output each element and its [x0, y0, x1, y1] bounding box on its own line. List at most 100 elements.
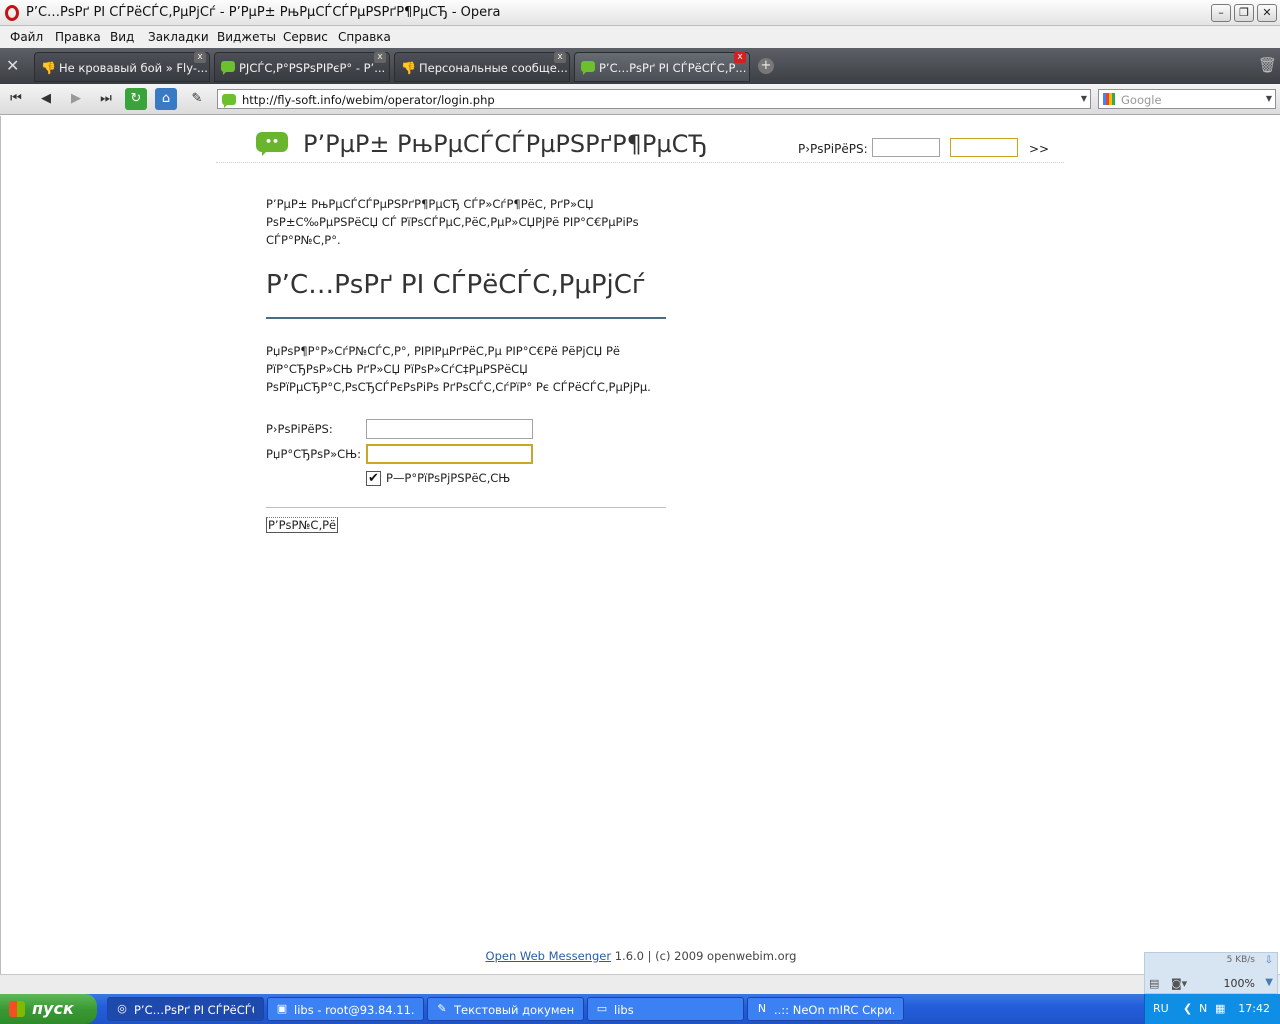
menu-tools[interactable]: Сервис [283, 30, 328, 44]
wand-icon[interactable]: ✎ [186, 88, 208, 110]
menu-widgets[interactable]: Виджеты [217, 30, 276, 44]
taskbar-item-ssh[interactable]: ▣ libs - root@93.84.11.... [267, 997, 424, 1021]
tab-4-active[interactable]: Р’С…РѕРґ РІ СЃРёСЃС‚Р... x [574, 52, 750, 82]
back-icon[interactable]: ◀ [35, 88, 57, 110]
forward-icon[interactable]: ▶ [65, 88, 87, 110]
task-label: libs - root@93.84.11.... [294, 1003, 414, 1017]
tab-close-icon[interactable]: x [374, 52, 386, 63]
chevron-down-icon[interactable]: ▼ [1081, 94, 1087, 103]
minimize-button[interactable]: – [1211, 4, 1231, 22]
tab-label: Не кровавый бой » Fly-... [59, 61, 208, 75]
tab-close-icon[interactable]: x [194, 52, 206, 63]
header-go-button[interactable]: >> [1029, 142, 1049, 156]
clock: 17:42 [1238, 1002, 1270, 1015]
menu-bookmarks[interactable]: Закладки [148, 30, 209, 44]
start-label: пуск [32, 999, 74, 1018]
web-page: •• Р’РµР± РњРµСЃСЃРµРЅРґР¶РµСЂ Р›РѕРіРёР… [0, 116, 1280, 974]
task-label: Р’С…РѕРґ РІ СЃРёСЃС... [134, 1003, 254, 1017]
zoom-dropdown-icon[interactable]: ▼ [1265, 977, 1273, 988]
panel-toggle-icon[interactable]: ✕ [6, 56, 19, 75]
tab-label: РЈСЃС‚Р°РЅРѕРІРєР° - Р’... [239, 61, 386, 75]
tab-2[interactable]: РЈСЃС‚Р°РЅРѕРІРєР° - Р’... x [214, 52, 390, 82]
taskbar-item-folder[interactable]: ▭ libs [587, 997, 744, 1021]
search-field[interactable]: Google ▼ [1098, 89, 1276, 109]
taskbar-item-mirc[interactable]: N ..:: NeOn mIRC Скри... [747, 997, 904, 1021]
opera-logo-icon [5, 5, 19, 21]
window-titlebar: Р’С…РѕРґ РІ СЃРёСЃС‚РµРјСѓ - Р’РµР± РњРµ… [0, 0, 1280, 26]
menu-view[interactable]: Вид [110, 30, 134, 44]
remember-label: Р—Р°РїРѕРјРЅРёС‚СЊ [386, 471, 511, 485]
address-field[interactable]: http://fly-soft.info/webim/operator/logi… [217, 89, 1091, 109]
site-chat-icon [222, 94, 236, 108]
window-title: Р’С…РѕРґ РІ СЃРёСЃС‚РµРјСѓ - Р’РµР± РњРµ… [26, 5, 501, 20]
tray-app-icon[interactable]: N [1199, 1002, 1207, 1015]
windows-logo-icon [9, 1001, 25, 1017]
menu-help[interactable]: Справка [338, 30, 391, 44]
navigation-bar: ⏮ ◀ ▶ ⏭ ↻ ⌂ ✎ http://fly-soft.info/webim… [0, 84, 1280, 115]
new-tab-icon[interactable]: + [758, 58, 774, 74]
zoom-level[interactable]: 100% [1224, 977, 1255, 990]
transfer-speed: 5 KB/s [1226, 955, 1255, 965]
password-input[interactable] [366, 444, 533, 464]
language-indicator[interactable]: RU [1153, 1002, 1169, 1015]
tab-3[interactable]: 👎 Персональные сообще... x [394, 52, 570, 82]
page-icon[interactable]: ▤ [1149, 977, 1159, 990]
notepad-icon: ✎ [437, 1002, 447, 1015]
address-url: http://fly-soft.info/webim/operator/logi… [242, 93, 495, 107]
remember-checkbox[interactable]: ✔ [366, 471, 381, 486]
network-icon[interactable]: ▦ [1215, 1002, 1225, 1015]
menu-file[interactable]: Файл [10, 30, 43, 44]
status-bar [0, 974, 1280, 994]
tab-bar: ✕ 👎 Не кровавый бой » Fly-... x РЈСЃС‚Р°… [0, 48, 1280, 84]
terminal-icon: ▣ [276, 1002, 288, 1015]
chat-icon [581, 61, 595, 75]
tab-label: Р’С…РѕРґ РІ СЃРёСЃС‚Р... [599, 61, 747, 75]
header-password-input[interactable] [950, 138, 1018, 157]
thumb-icon: 👎 [401, 61, 416, 75]
tab-1[interactable]: 👎 Не кровавый бой » Fly-... x [34, 52, 210, 82]
google-icon [1103, 93, 1115, 105]
footer-text: 1.6.0 | (c) 2009 openwebim.org [611, 949, 797, 963]
download-icon[interactable]: ⇩ [1265, 955, 1273, 966]
tab-label: Персональные сообще... [419, 61, 568, 75]
start-button[interactable]: пуск [0, 994, 97, 1024]
folder-icon: ▭ [596, 1002, 608, 1015]
home-icon[interactable]: ⌂ [155, 88, 177, 110]
header-login-label: Р›РѕРіРёРЅ: [798, 142, 868, 156]
site-header: •• Р’РµР± РњРµСЃСЃРµРЅРґР¶РµСЂ Р›РѕРіРёР… [216, 116, 1064, 163]
taskbar-item-notepad[interactable]: ✎ Текстовый докумен... [427, 997, 584, 1021]
description-text: РџРѕР¶Р°Р»СѓР№СЃС‚Р°, РІРІРµРґРёС‚Рµ РІР… [266, 344, 651, 394]
taskbar: пуск ◎ Р’С…РѕРґ РІ СЃРёСЃС... ▣ libs - r… [0, 994, 1280, 1024]
close-window-button[interactable]: ✕ [1257, 4, 1277, 22]
login-label: Р›РѕРіРёРЅ: [266, 422, 333, 436]
tray-arrow-icon[interactable]: ❮ [1183, 1002, 1192, 1015]
camera-icon[interactable]: ◙▾ [1171, 977, 1187, 990]
page-title: Р’С…РѕРґ РІ СЃРёСЃС‚РµРјСѓ [266, 270, 646, 300]
mirc-icon: N [757, 1002, 767, 1015]
trash-icon[interactable]: 🗑 [1258, 56, 1277, 74]
intro-text: Р’РµР± РњРµСЃСЃРµРЅРґР¶РµСЂ СЃР»СѓР¶РёС‚… [266, 197, 639, 247]
task-label: libs [614, 1003, 634, 1017]
search-placeholder: Google [1121, 93, 1162, 107]
menu-edit[interactable]: Правка [55, 30, 101, 44]
messenger-logo-icon: •• [256, 132, 288, 156]
login-input[interactable] [366, 419, 533, 439]
footer: Open Web Messenger 1.6.0 | (c) 2009 open… [1, 949, 1280, 963]
task-label: Текстовый докумен... [454, 1003, 574, 1017]
tab-close-icon[interactable]: x [734, 52, 746, 63]
speed-zoom-panel: 5 KB/s ⇩ ▤ ◙▾ 100% ▼ [1144, 952, 1278, 994]
chevron-down-icon[interactable]: ▼ [1266, 94, 1272, 103]
fast-forward-icon[interactable]: ⏭ [95, 88, 117, 110]
header-login-input[interactable] [872, 138, 940, 157]
login-submit-link[interactable]: Р’РѕР№С‚Рё [266, 517, 339, 533]
maximize-button[interactable]: ❐ [1234, 4, 1254, 22]
tab-close-icon[interactable]: x [554, 52, 566, 63]
opera-icon: ◎ [117, 1002, 127, 1015]
thumb-icon: 👎 [41, 61, 56, 75]
reload-icon[interactable]: ↻ [125, 88, 147, 110]
form-divider [266, 507, 666, 508]
taskbar-item-opera[interactable]: ◎ Р’С…РѕРґ РІ СЃРёСЃС... [107, 997, 264, 1021]
footer-link[interactable]: Open Web Messenger [486, 949, 612, 963]
chat-icon [221, 61, 235, 75]
rewind-icon[interactable]: ⏮ [5, 88, 27, 110]
